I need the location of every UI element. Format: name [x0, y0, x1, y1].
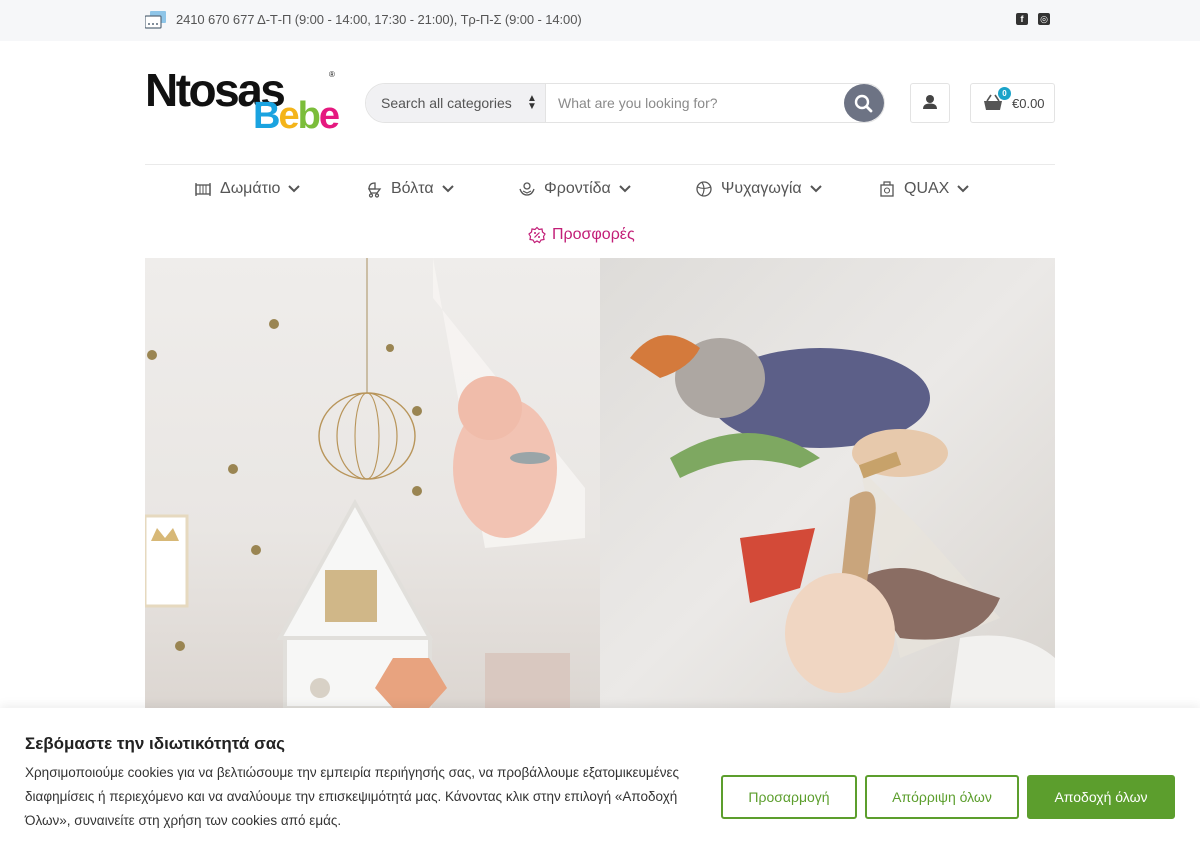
account-button[interactable] [910, 83, 950, 123]
chevron-down-icon [619, 185, 631, 193]
header-divider [145, 164, 1055, 165]
hero-image-nursery [145, 258, 600, 708]
nav-item-care[interactable]: Φροντίδα [518, 176, 639, 202]
cookie-accept-all-button[interactable]: Αποδοχή όλων [1027, 775, 1175, 819]
logo-letter: B [253, 95, 280, 137]
nav-item-quax[interactable]: QUAX [878, 176, 977, 202]
facebook-icon[interactable]: f [1016, 13, 1028, 25]
search-input[interactable] [548, 85, 838, 121]
nav-item-offers[interactable]: Προσφορές [528, 222, 635, 248]
contact-phone-hours: 2410 670 677 Δ-Τ-Π (9:00 - 14:00, 17:30 … [176, 12, 582, 27]
nursery-illustration [145, 258, 585, 708]
stroller-icon [367, 182, 382, 198]
care-hands-icon [519, 182, 535, 196]
quax-icon [880, 181, 894, 197]
search-button[interactable] [844, 84, 884, 122]
cookie-reject-all-button[interactable]: Απόρριψη όλων [865, 775, 1019, 819]
toys-illustration [630, 335, 1055, 708]
logo-letter: b [297, 95, 321, 137]
user-icon [923, 95, 937, 109]
chevron-down-icon [288, 185, 301, 193]
nav-item-room[interactable]: Δωμάτιο [194, 176, 308, 202]
nav-item-label: Δωμάτιο [220, 180, 281, 197]
nav-item-label: Ψυχαγωγία [721, 180, 802, 197]
select-arrows-icon: ▲ ▼ [527, 93, 537, 112]
nav-item-label: Βόλτα [391, 180, 434, 197]
crib-icon [195, 183, 211, 196]
logo-word-bebe: Bebe [253, 95, 340, 137]
cart-count-badge: 0 [998, 87, 1011, 100]
nav-item-label: QUAX [904, 180, 950, 197]
nav-item-entertainment[interactable]: Ψυχαγωγία [695, 176, 830, 202]
cookie-customize-button[interactable]: Προσαρμογή [721, 775, 857, 819]
hero-banner[interactable] [145, 258, 1055, 708]
top-bar: 2410 670 677 Δ-Τ-Π (9:00 - 14:00, 17:30 … [0, 0, 1200, 41]
chevron-down-icon [441, 185, 454, 193]
discount-badge-icon [528, 226, 546, 244]
logo-letter: e [318, 95, 340, 137]
nav-item-label: Φροντίδα [544, 180, 611, 197]
search-bar: Search all categories ▲ ▼ [365, 83, 885, 123]
category-select[interactable]: Search all categories ▲ ▼ [366, 84, 546, 122]
logo-letter: e [278, 95, 299, 137]
cookie-description: Χρησιμοποιούμε cookies για να βελτιώσουμ… [25, 765, 679, 828]
category-select-label: Search all categories [381, 95, 512, 111]
chevron-down-icon [957, 185, 970, 193]
nav-item-stroll[interactable]: Βόλτα [365, 176, 462, 202]
chevron-down-icon [809, 185, 822, 193]
cookie-title: Σεβόμαστε την ιδιωτικότητά σας [25, 734, 285, 753]
logo-registered-mark: ® [329, 70, 335, 79]
nav-offers-label: Προσφορές [552, 226, 635, 243]
phone-card-icon [145, 11, 166, 29]
cart-button[interactable]: 0 €0.00 [970, 83, 1055, 123]
instagram-icon[interactable]: ◎ [1038, 13, 1050, 25]
site-logo[interactable]: Ntosas ® Bebe [145, 66, 345, 138]
search-icon [854, 94, 873, 113]
cookie-consent-banner: Σεβόμαστε την ιδιωτικότητά σας Χρησιμοπο… [0, 708, 1200, 850]
ball-icon [696, 181, 712, 197]
hero-image-toys [600, 258, 1055, 708]
cart-amount: €0.00 [1012, 96, 1045, 111]
